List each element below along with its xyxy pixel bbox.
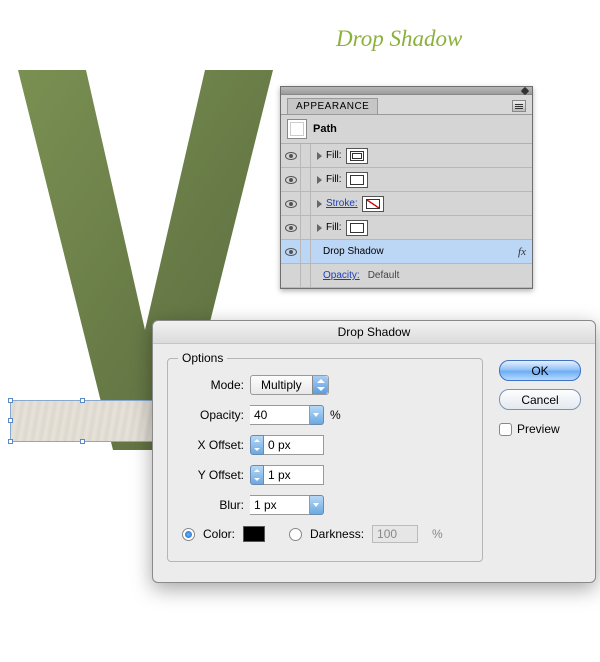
- xoffset-input[interactable]: [264, 435, 324, 455]
- darkness-radio-label: Darkness:: [310, 527, 364, 541]
- appearance-row-fill[interactable]: Fill:: [281, 168, 532, 192]
- appearance-tab[interactable]: APPEARANCE: [287, 98, 378, 114]
- xoffset-stepper[interactable]: [250, 435, 264, 455]
- appearance-thumbnail: [287, 119, 307, 139]
- yoffset-stepper[interactable]: [250, 465, 264, 485]
- disclosure-triangle-icon[interactable]: [317, 176, 322, 184]
- selection-handle[interactable]: [80, 398, 85, 403]
- appearance-panel: APPEARANCE Path Fill: Fill:: [280, 86, 533, 289]
- darkness-radio[interactable]: [289, 528, 302, 541]
- color-radio[interactable]: [182, 528, 195, 541]
- options-group: Options Mode: Multiply Opacity: % X Offs…: [167, 358, 483, 562]
- fill-swatch[interactable]: [346, 172, 368, 188]
- blur-input[interactable]: [250, 495, 310, 515]
- opacity-value: Default: [368, 270, 400, 281]
- visibility-icon[interactable]: [285, 176, 297, 184]
- color-swatch[interactable]: [243, 526, 265, 542]
- row-label: Fill:: [326, 222, 342, 233]
- ok-button[interactable]: OK: [499, 360, 581, 381]
- selection-handle[interactable]: [8, 439, 13, 444]
- opacity-dropdown-icon[interactable]: [310, 405, 324, 425]
- appearance-target-row[interactable]: Path: [281, 115, 532, 144]
- row-label: Fill:: [326, 174, 342, 185]
- selection-handle[interactable]: [8, 398, 13, 403]
- dialog-title: Drop Shadow: [153, 321, 595, 344]
- blur-dropdown-icon[interactable]: [310, 495, 324, 515]
- blur-label: Blur:: [182, 498, 250, 512]
- fill-swatch[interactable]: [346, 220, 368, 236]
- opacity-label[interactable]: Opacity:: [323, 270, 360, 281]
- appearance-row-fill[interactable]: Fill:: [281, 144, 532, 168]
- options-legend: Options: [178, 351, 227, 365]
- disclosure-triangle-icon[interactable]: [317, 200, 322, 208]
- effect-name[interactable]: Drop Shadow: [323, 246, 384, 257]
- drop-shadow-dialog: Drop Shadow Options Mode: Multiply Opaci…: [152, 320, 596, 583]
- opacity-unit: %: [330, 408, 341, 422]
- visibility-icon[interactable]: [285, 248, 297, 256]
- panel-menu-icon[interactable]: [512, 100, 526, 112]
- row-label[interactable]: Stroke:: [326, 198, 358, 209]
- mode-value: Multiply: [251, 378, 312, 392]
- appearance-row-fill[interactable]: Fill:: [281, 216, 532, 240]
- visibility-icon[interactable]: [285, 200, 297, 208]
- mode-label: Mode:: [182, 378, 250, 392]
- row-label: Fill:: [326, 150, 342, 161]
- yoffset-label: Y Offset:: [182, 468, 250, 482]
- opacity-label: Opacity:: [182, 408, 250, 422]
- darkness-input: [372, 525, 418, 543]
- appearance-row-opacity[interactable]: Opacity: Default: [281, 264, 532, 288]
- preview-checkbox[interactable]: [499, 423, 512, 436]
- preview-label: Preview: [517, 422, 560, 436]
- stroke-swatch[interactable]: [362, 196, 384, 212]
- opacity-input[interactable]: [250, 405, 310, 425]
- dropdown-icon[interactable]: [312, 376, 328, 394]
- selection-handle[interactable]: [80, 439, 85, 444]
- cancel-button[interactable]: Cancel: [499, 389, 581, 410]
- appearance-row-effect[interactable]: Drop Shadow fx: [281, 240, 532, 264]
- disclosure-triangle-icon[interactable]: [317, 152, 322, 160]
- xoffset-label: X Offset:: [182, 438, 250, 452]
- visibility-icon[interactable]: [285, 224, 297, 232]
- darkness-unit: %: [432, 527, 443, 541]
- visibility-icon[interactable]: [285, 152, 297, 160]
- selection-handle[interactable]: [8, 418, 13, 423]
- fill-swatch[interactable]: [346, 148, 368, 164]
- color-radio-label: Color:: [203, 527, 235, 541]
- panel-title-bar[interactable]: [281, 87, 532, 95]
- yoffset-input[interactable]: [264, 465, 324, 485]
- disclosure-triangle-icon[interactable]: [317, 224, 322, 232]
- fx-icon[interactable]: fx: [518, 246, 526, 258]
- appearance-target-label: Path: [313, 123, 337, 135]
- panel-collapse-icon[interactable]: [521, 87, 529, 95]
- mode-select[interactable]: Multiply: [250, 375, 329, 395]
- appearance-row-stroke[interactable]: Stroke:: [281, 192, 532, 216]
- selected-banner-object[interactable]: [10, 400, 155, 442]
- page-heading: Drop Shadow: [336, 26, 462, 52]
